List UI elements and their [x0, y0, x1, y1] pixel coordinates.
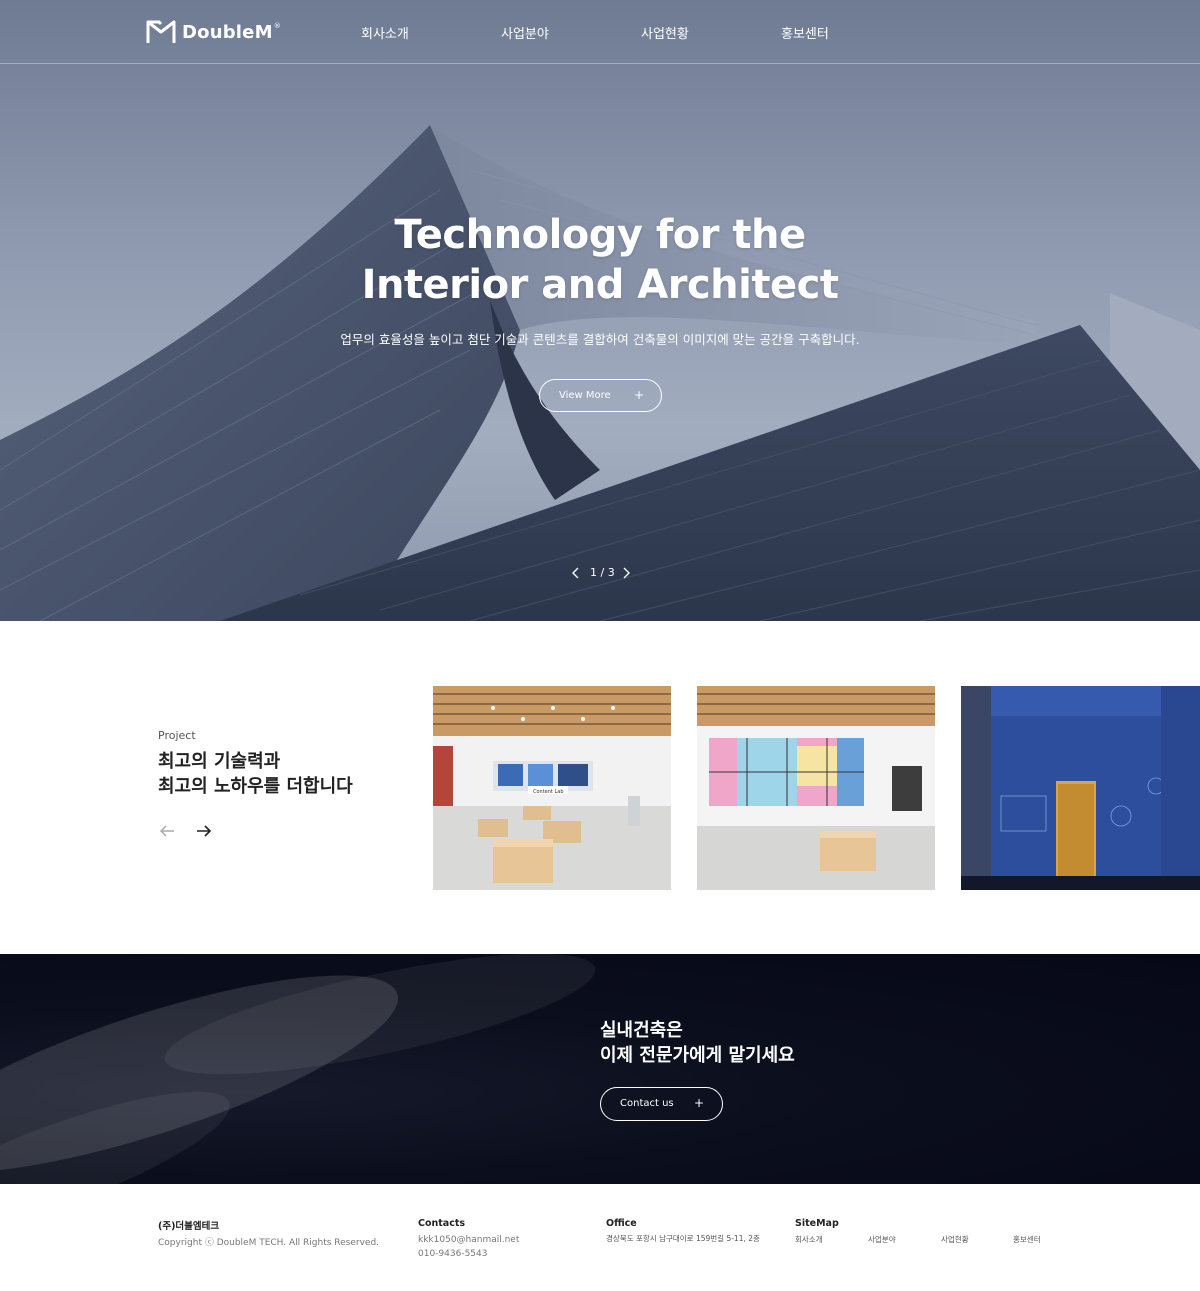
project-label: Project	[158, 729, 196, 742]
sitemap-link-business[interactable]: 사업분야	[868, 1234, 896, 1245]
nav-item-pr-center[interactable]: 홍보센터	[781, 23, 829, 42]
copyright-text: Copyright ⓒ DoubleM TECH. All Rights Res…	[158, 1238, 380, 1248]
view-more-button[interactable]: View More +	[539, 379, 662, 412]
site-header: DoubleM ® 회사소개 사업분야 사업현황 홍보센터	[0, 0, 1200, 64]
project-image-exhibit	[961, 686, 1200, 890]
hero-title-line1: Technology for the	[394, 212, 806, 258]
nav-item-status[interactable]: 사업현황	[641, 23, 689, 42]
project-image-media-wall	[697, 686, 935, 890]
project-image-content-lab: Content Lab	[433, 686, 671, 890]
hero-title-line2: Interior and Architect	[361, 262, 839, 308]
project-card[interactable]	[961, 686, 1200, 890]
contact-phone[interactable]: 010-9436-5543	[418, 1247, 519, 1261]
footer-contacts: Contacts kkk1050@hanmail.net 010-9436-55…	[418, 1218, 519, 1261]
project-card[interactable]: Content Lab	[433, 686, 671, 890]
main-nav: 회사소개 사업분야 사업현황 홍보센터	[0, 23, 1200, 43]
slide-counter: 1 / 3	[590, 566, 615, 579]
contacts-heading: Contacts	[418, 1218, 466, 1229]
footer-sitemap: SiteMap 회사소개 사업분야 사업현황 홍보센터	[795, 1218, 1065, 1258]
slide-pager: 1 / 3	[570, 565, 632, 583]
cta-section: 실내건축은 이제 전문가에게 맡기세요 Contact us +	[0, 954, 1200, 1184]
sitemap-links: 회사소개 사업분야 사업현황 홍보센터	[795, 1234, 1055, 1248]
plus-icon: +	[634, 388, 645, 402]
contact-email[interactable]: kkk1050@hanmail.net	[418, 1233, 519, 1247]
project-section: Project 최고의 기술력과 최고의 노하우를 더합니다 Content L…	[0, 621, 1200, 954]
site-footer: (주)더블엠테크 Copyright ⓒ DoubleM TECH. All R…	[0, 1184, 1200, 1291]
sitemap-heading: SiteMap	[795, 1218, 839, 1229]
company-name: (주)더블엠테크	[158, 1221, 220, 1232]
hero-title: Technology for the Interior and Architec…	[0, 210, 1200, 310]
arrow-left-icon[interactable]	[158, 821, 178, 841]
chevron-left-icon[interactable]	[570, 565, 582, 581]
nav-item-company[interactable]: 회사소개	[361, 23, 409, 42]
cta-background-texture	[0, 954, 596, 1184]
project-card[interactable]	[697, 686, 935, 890]
sitemap-link-company[interactable]: 회사소개	[795, 1234, 823, 1245]
chevron-right-icon[interactable]	[620, 565, 632, 581]
hero-section: DoubleM ® 회사소개 사업분야 사업현황 홍보센터 Technology…	[0, 0, 1200, 621]
sitemap-link-status[interactable]: 사업현황	[941, 1234, 969, 1245]
nav-item-business[interactable]: 사업분야	[501, 23, 549, 42]
content-lab-sign: Content Lab	[533, 789, 564, 795]
view-more-label: View More	[559, 390, 611, 401]
office-address: 경상북도 포항시 남구대이로 159번길 5-11, 2층	[606, 1234, 760, 1243]
contact-us-label: Contact us	[620, 1098, 674, 1109]
office-heading: Office	[606, 1218, 637, 1229]
contact-us-button[interactable]: Contact us +	[600, 1087, 723, 1121]
cta-title: 실내건축은 이제 전문가에게 맡기세요	[600, 1020, 795, 1066]
footer-office: Office 경상북도 포항시 남구대이로 159번길 5-11, 2층	[606, 1218, 760, 1244]
arrow-right-icon[interactable]	[194, 821, 214, 841]
footer-company: (주)더블엠테크 Copyright ⓒ DoubleM TECH. All R…	[158, 1218, 379, 1250]
project-title: 최고의 기술력과 최고의 노하우를 더합니다	[158, 751, 353, 797]
plus-icon: +	[694, 1096, 705, 1110]
sitemap-link-pr-center[interactable]: 홍보센터	[1013, 1234, 1041, 1245]
hero-background-image	[0, 125, 1200, 621]
hero-description: 업무의 효율성을 높이고 첨단 기술과 콘텐츠를 결합하여 건축물의 이미지에 …	[340, 332, 860, 347]
